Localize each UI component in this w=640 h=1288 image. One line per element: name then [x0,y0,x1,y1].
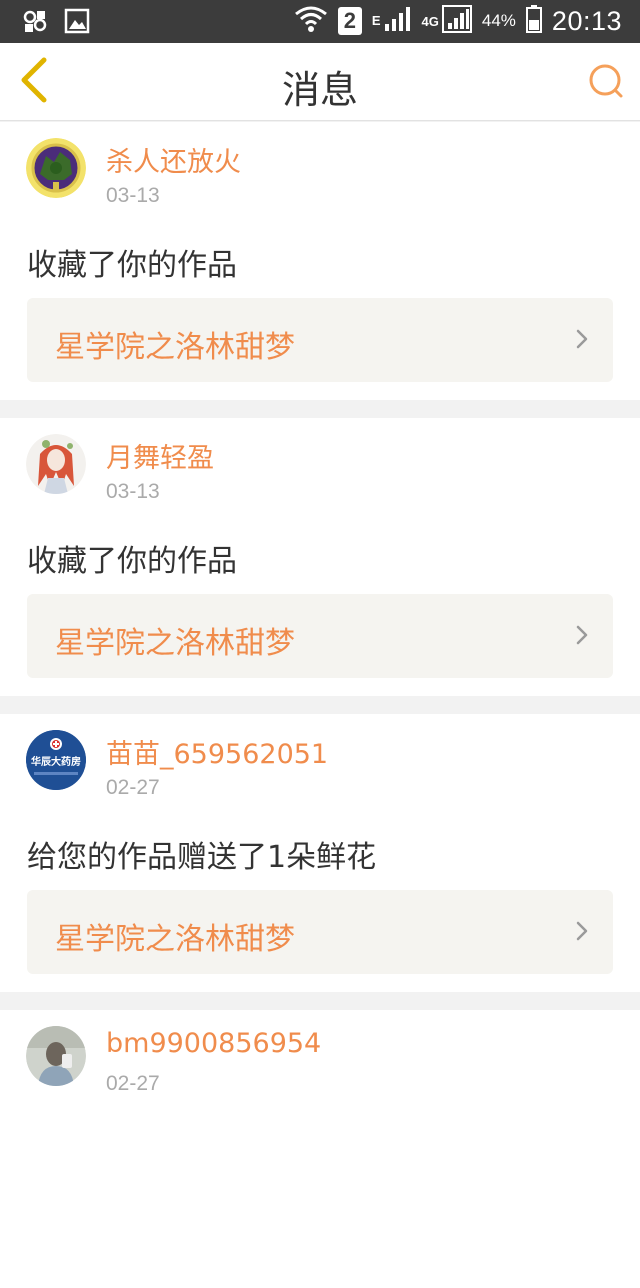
username[interactable]: 苗苗_659562051 [106,732,328,771]
page-title: 消息 [281,68,358,112]
message-text: 收藏了你的作品 [27,248,237,283]
avatar[interactable] [26,138,86,198]
message-text: 收藏了你的作品 [27,544,237,579]
search-button[interactable] [586,63,626,103]
work-title: 星学院之洛林甜梦 [55,922,295,957]
work-title: 星学院之洛林甜梦 [55,626,295,661]
avatar[interactable]: 华辰大药房 [26,730,86,790]
message-text: 给您的作品赠送了1朵鲜花 [27,840,377,875]
message-list: 杀人还放火 03-13 收藏了你的作品 星学院之洛林甜梦 月舞轻盈 03-13 … [0,122,640,1288]
work-title: 星学院之洛林甜梦 [55,330,295,365]
status-bar: 2 E 4G 44% 20:13 [0,0,640,43]
avatar-anime-girl-icon [26,434,86,494]
message-date: 02-27 [106,776,160,799]
image-notification-icon [64,8,90,38]
work-link[interactable]: 星学院之洛林甜梦 [27,890,613,974]
signal-icon-1 [384,6,412,36]
chevron-right-icon [575,328,589,354]
search-icon [588,63,624,103]
avatar-emblem-icon [26,138,86,198]
message-date: 03-13 [106,184,160,207]
network-type-4g: 4G [421,14,439,29]
message-date: 03-13 [106,480,160,503]
work-link[interactable]: 星学院之洛林甜梦 [27,594,613,678]
network-type-e: E [371,13,381,28]
avatar[interactable] [26,434,86,494]
chevron-right-icon [575,624,589,650]
message-card: 华辰大药房 苗苗_659562051 02-27 给您的作品赠送了1朵鲜花 星学… [0,714,640,992]
message-card: 杀人还放火 03-13 收藏了你的作品 星学院之洛林甜梦 [0,122,640,400]
battery-percent: 44% [481,11,516,30]
username[interactable]: 杀人还放火 [106,140,241,179]
clock: 20:13 [551,5,622,36]
wifi-icon [294,4,328,38]
message-date: 02-27 [106,1072,160,1095]
avatar-pharmacy-logo-icon: 华辰大药房 [26,730,86,790]
message-card: 月舞轻盈 03-13 收藏了你的作品 星学院之洛林甜梦 [0,418,640,696]
work-link[interactable]: 星学院之洛林甜梦 [27,298,613,382]
chevron-right-icon [575,920,589,946]
app-notification-icon [22,8,48,38]
username[interactable]: bm9900856954 [106,1028,321,1059]
app-header: 消息 [0,43,640,121]
username[interactable]: 月舞轻盈 [106,436,214,475]
avatar-photo-icon [26,1026,86,1086]
avatar[interactable] [26,1026,86,1086]
message-card: bm9900856954 02-27 [0,1010,640,1288]
battery-icon [525,5,542,37]
signal-icon-2 [441,5,472,37]
svg-text:华辰大药房: 华辰大药房 [31,755,81,768]
sim-badge-icon: 2 [337,7,362,35]
